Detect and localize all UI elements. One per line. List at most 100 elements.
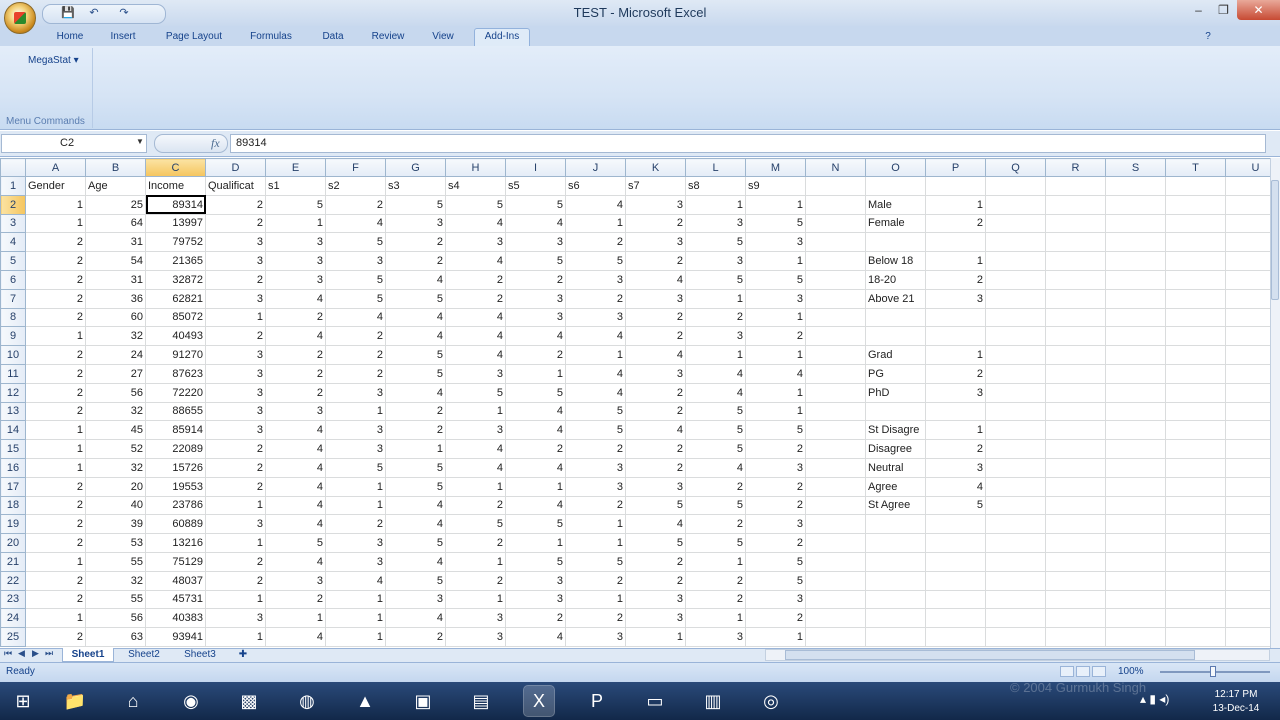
row-header[interactable]: 6 — [0, 269, 26, 290]
row-header[interactable]: 21 — [0, 551, 26, 572]
cell-r9[interactable] — [1045, 326, 1106, 347]
cell-o1[interactable] — [865, 176, 926, 196]
cell-l16[interactable]: 4 — [685, 457, 746, 478]
cell-r16[interactable] — [1045, 457, 1106, 478]
cell-q7[interactable] — [985, 288, 1046, 309]
cell-j1[interactable]: s6 — [565, 176, 626, 196]
cell-f11[interactable]: 2 — [325, 363, 386, 384]
cell-a14[interactable]: 1 — [25, 420, 86, 441]
cell-u3[interactable] — [1225, 213, 1270, 234]
cell-a5[interactable]: 2 — [25, 251, 86, 271]
cell-k15[interactable]: 2 — [625, 439, 686, 459]
cell-n22[interactable] — [805, 570, 866, 591]
cell-r19[interactable] — [1045, 514, 1106, 535]
cell-s18[interactable] — [1105, 495, 1166, 516]
sheet-tab-3[interactable]: Sheet3 — [176, 648, 224, 662]
cell-j6[interactable]: 3 — [565, 269, 626, 290]
cell-d23[interactable]: 1 — [205, 589, 266, 610]
cell-r24[interactable] — [1045, 608, 1106, 629]
cell-o15[interactable]: Disagree — [865, 439, 926, 459]
cell-t17[interactable] — [1165, 476, 1226, 497]
cell-n24[interactable] — [805, 608, 866, 629]
cell-t25[interactable] — [1165, 627, 1226, 647]
cell-a23[interactable]: 2 — [25, 589, 86, 610]
cell-g4[interactable]: 2 — [385, 232, 446, 253]
cell-k5[interactable]: 2 — [625, 251, 686, 271]
cell-b17[interactable]: 20 — [85, 476, 146, 497]
cell-t22[interactable] — [1165, 570, 1226, 591]
cell-g12[interactable]: 4 — [385, 382, 446, 403]
cell-i9[interactable]: 4 — [505, 326, 566, 347]
cell-c2[interactable]: 89314 — [145, 194, 206, 215]
cell-r20[interactable] — [1045, 533, 1106, 553]
cell-e11[interactable]: 2 — [265, 363, 326, 384]
cell-o13[interactable] — [865, 401, 926, 422]
cell-a24[interactable]: 1 — [25, 608, 86, 629]
cell-m23[interactable]: 3 — [745, 589, 806, 610]
cell-e25[interactable]: 4 — [265, 627, 326, 647]
cell-s23[interactable] — [1105, 589, 1166, 610]
cell-h15[interactable]: 4 — [445, 439, 506, 459]
cell-h7[interactable]: 2 — [445, 288, 506, 309]
column-header-o[interactable]: O — [865, 158, 926, 177]
cell-o3[interactable]: Female — [865, 213, 926, 234]
cell-b9[interactable]: 32 — [85, 326, 146, 347]
cell-e4[interactable]: 3 — [265, 232, 326, 253]
cell-j3[interactable]: 1 — [565, 213, 626, 234]
cell-d12[interactable]: 3 — [205, 382, 266, 403]
column-header-j[interactable]: J — [565, 158, 626, 177]
cell-s2[interactable] — [1105, 194, 1166, 215]
insert-function-icon[interactable]: fx — [211, 136, 220, 151]
cell-f14[interactable]: 3 — [325, 420, 386, 441]
cell-f15[interactable]: 3 — [325, 439, 386, 459]
cell-j9[interactable]: 4 — [565, 326, 626, 347]
cell-k25[interactable]: 1 — [625, 627, 686, 647]
cell-t10[interactable] — [1165, 345, 1226, 365]
restore-button[interactable]: ❐ — [1211, 0, 1236, 20]
cell-c16[interactable]: 15726 — [145, 457, 206, 478]
cell-a15[interactable]: 1 — [25, 439, 86, 459]
cell-b21[interactable]: 55 — [85, 551, 146, 572]
cell-g13[interactable]: 2 — [385, 401, 446, 422]
row-header[interactable]: 1 — [0, 176, 26, 196]
cell-b23[interactable]: 55 — [85, 589, 146, 610]
cell-e1[interactable]: s1 — [265, 176, 326, 196]
cell-h6[interactable]: 2 — [445, 269, 506, 290]
cell-k14[interactable]: 4 — [625, 420, 686, 441]
cell-h1[interactable]: s4 — [445, 176, 506, 196]
column-header-f[interactable]: F — [325, 158, 386, 177]
cell-n18[interactable] — [805, 495, 866, 516]
cell-c24[interactable]: 40383 — [145, 608, 206, 629]
cell-u16[interactable] — [1225, 457, 1270, 478]
cell-s14[interactable] — [1105, 420, 1166, 441]
cell-q25[interactable] — [985, 627, 1046, 647]
cell-u17[interactable] — [1225, 476, 1270, 497]
cell-t18[interactable] — [1165, 495, 1226, 516]
cell-i7[interactable]: 3 — [505, 288, 566, 309]
select-all-corner[interactable] — [0, 158, 26, 177]
cell-e6[interactable]: 3 — [265, 269, 326, 290]
chevron-down-icon[interactable]: ▼ — [136, 137, 144, 146]
cell-m16[interactable]: 3 — [745, 457, 806, 478]
cell-c11[interactable]: 87623 — [145, 363, 206, 384]
media-icon[interactable]: ◉ — [176, 686, 206, 716]
cell-j5[interactable]: 5 — [565, 251, 626, 271]
cell-r14[interactable] — [1045, 420, 1106, 441]
cell-t4[interactable] — [1165, 232, 1226, 253]
cell-i20[interactable]: 1 — [505, 533, 566, 553]
cell-l24[interactable]: 1 — [685, 608, 746, 629]
cell-m17[interactable]: 2 — [745, 476, 806, 497]
cell-p4[interactable] — [925, 232, 986, 253]
cell-l20[interactable]: 5 — [685, 533, 746, 553]
cell-s10[interactable] — [1105, 345, 1166, 365]
minimize-button[interactable]: ‒ — [1186, 0, 1211, 20]
cell-o11[interactable]: PG — [865, 363, 926, 384]
cell-m15[interactable]: 2 — [745, 439, 806, 459]
cell-q1[interactable] — [985, 176, 1046, 196]
cell-g21[interactable]: 4 — [385, 551, 446, 572]
row-header[interactable]: 2 — [0, 194, 26, 215]
cell-q16[interactable] — [985, 457, 1046, 478]
cell-f2[interactable]: 2 — [325, 194, 386, 215]
cell-a6[interactable]: 2 — [25, 269, 86, 290]
cell-p19[interactable] — [925, 514, 986, 535]
